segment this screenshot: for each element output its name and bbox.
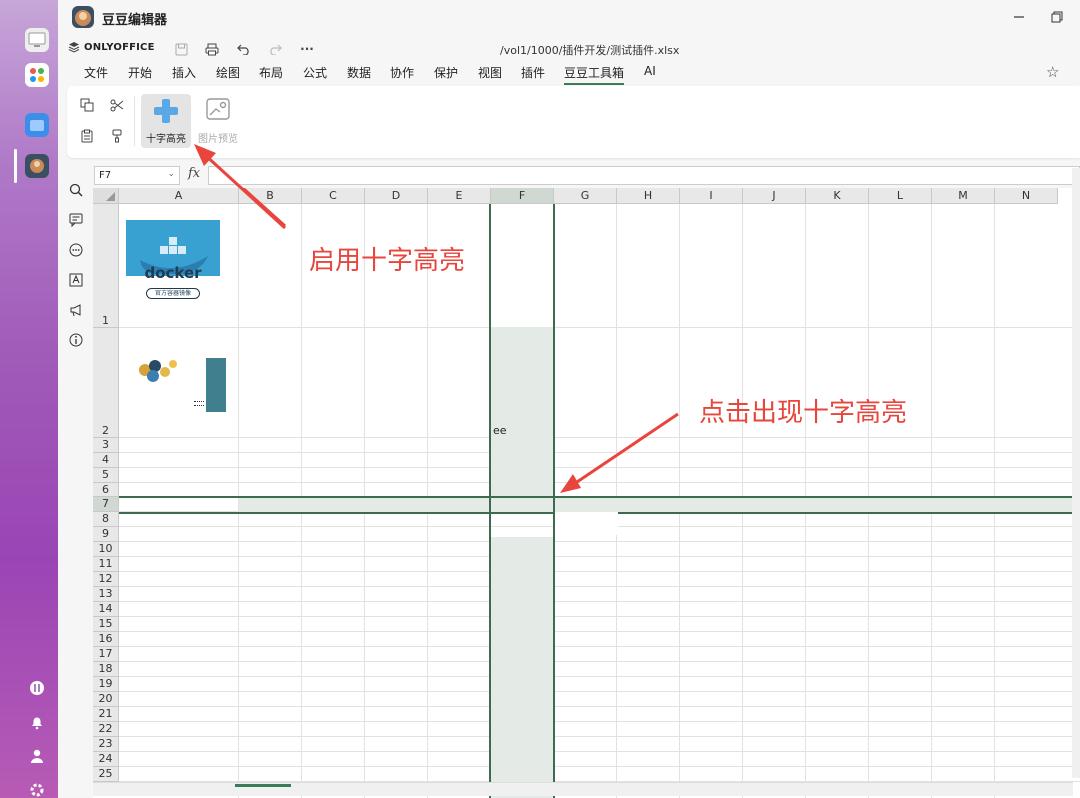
maximize-button[interactable]	[1048, 8, 1066, 26]
tab-protect[interactable]: 保护	[434, 64, 458, 81]
tab-layout[interactable]: 布局	[259, 64, 283, 81]
info-icon[interactable]	[67, 331, 85, 349]
file-path: /vol1/1000/插件开发/测试插件.xlsx	[500, 44, 680, 57]
tab-file[interactable]: 文件	[84, 64, 108, 81]
minimize-button[interactable]	[1010, 8, 1028, 26]
feedback-megaphone-icon[interactable]	[67, 301, 85, 319]
ribbon-arrow-overlay	[194, 144, 287, 230]
formula-input[interactable]	[208, 166, 1080, 185]
system-dock	[0, 0, 58, 798]
tab-view[interactable]: 视图	[478, 64, 502, 81]
horizontal-scrollbar[interactable]	[93, 782, 1073, 796]
name-box-value: F7	[99, 170, 112, 181]
files-icon[interactable]	[25, 113, 49, 137]
title-bar: 豆豆编辑器	[58, 0, 1080, 34]
tab-data[interactable]: 数据	[347, 64, 371, 81]
document-header: ONLYOFFICE ··· /vol1/1000/插件开发/测试插件.xlsx	[58, 36, 1080, 62]
search-icon[interactable]	[67, 181, 85, 199]
annotation-enable-cross-highlight: 启用十字高亮	[309, 246, 466, 276]
bell-icon[interactable]	[25, 710, 49, 734]
left-toolbar	[58, 160, 94, 798]
sync-icon[interactable]	[25, 676, 49, 700]
chat-icon[interactable]	[67, 241, 85, 259]
tab-plugins[interactable]: 插件	[521, 64, 545, 81]
image-preview-icon	[206, 98, 230, 120]
sheet-tab-indicator[interactable]	[235, 784, 291, 787]
more-options-button[interactable]: ···	[298, 40, 316, 58]
tab-collaborate[interactable]: 协作	[390, 64, 414, 81]
copy-icon[interactable]	[77, 95, 97, 115]
tab-doudou-toolbox[interactable]: 豆豆工具箱	[564, 64, 625, 85]
ribbon-separator	[134, 96, 135, 146]
cross-highlight-label: 十字高亮	[146, 134, 186, 145]
doudou-editor-icon[interactable]	[25, 154, 49, 178]
name-box[interactable]: F7 ⌄	[94, 166, 180, 185]
tab-formula[interactable]: 公式	[303, 64, 327, 81]
cut-icon[interactable]	[107, 95, 127, 115]
chevron-down-icon[interactable]: ⌄	[167, 169, 175, 179]
print-icon[interactable]	[203, 40, 221, 58]
format-painter-icon[interactable]	[107, 126, 127, 146]
redo-icon[interactable]	[266, 40, 284, 58]
annotation-click-cross-highlight: 点击出现十字高亮	[699, 398, 908, 428]
tab-ai[interactable]: AI	[644, 64, 656, 78]
spellcheck-icon[interactable]	[67, 271, 85, 289]
paste-icon[interactable]	[77, 126, 97, 146]
logo-text: ONLYOFFICE	[84, 41, 155, 53]
app-logo-icon	[72, 6, 94, 28]
settings-gear-icon[interactable]	[25, 778, 49, 798]
cross-highlight-button[interactable]: 十字高亮	[141, 94, 191, 148]
monitor-icon[interactable]	[25, 28, 49, 52]
favorite-star-icon[interactable]: ☆	[1046, 63, 1059, 81]
cross-plus-icon	[154, 99, 178, 123]
annotation-arrows	[240, 188, 679, 493]
menu-tabs: 文件 开始 插入 绘图 布局 公式 数据 协作 保护 视图 插件 豆豆工具箱 A…	[58, 62, 1080, 85]
tab-insert[interactable]: 插入	[172, 64, 196, 81]
app-title: 豆豆编辑器	[102, 13, 168, 28]
tab-draw[interactable]: 绘图	[216, 64, 240, 81]
save-icon[interactable]	[172, 40, 190, 58]
layers-icon	[68, 42, 80, 53]
tab-home[interactable]: 开始	[128, 64, 152, 81]
user-icon[interactable]	[25, 744, 49, 768]
active-app-indicator	[14, 149, 17, 183]
comment-icon[interactable]	[67, 211, 85, 229]
onlyoffice-logo: ONLYOFFICE	[68, 41, 155, 53]
apps-grid-icon[interactable]	[25, 63, 49, 87]
undo-icon[interactable]	[235, 40, 253, 58]
spreadsheet-grid[interactable]: ABCDEFGHIJKLMN 1 2 3 4 5 6 7 8 9 10 11 12 13 14 15 16 17…	[93, 188, 1080, 798]
vertical-scrollbar[interactable]	[1072, 168, 1080, 778]
